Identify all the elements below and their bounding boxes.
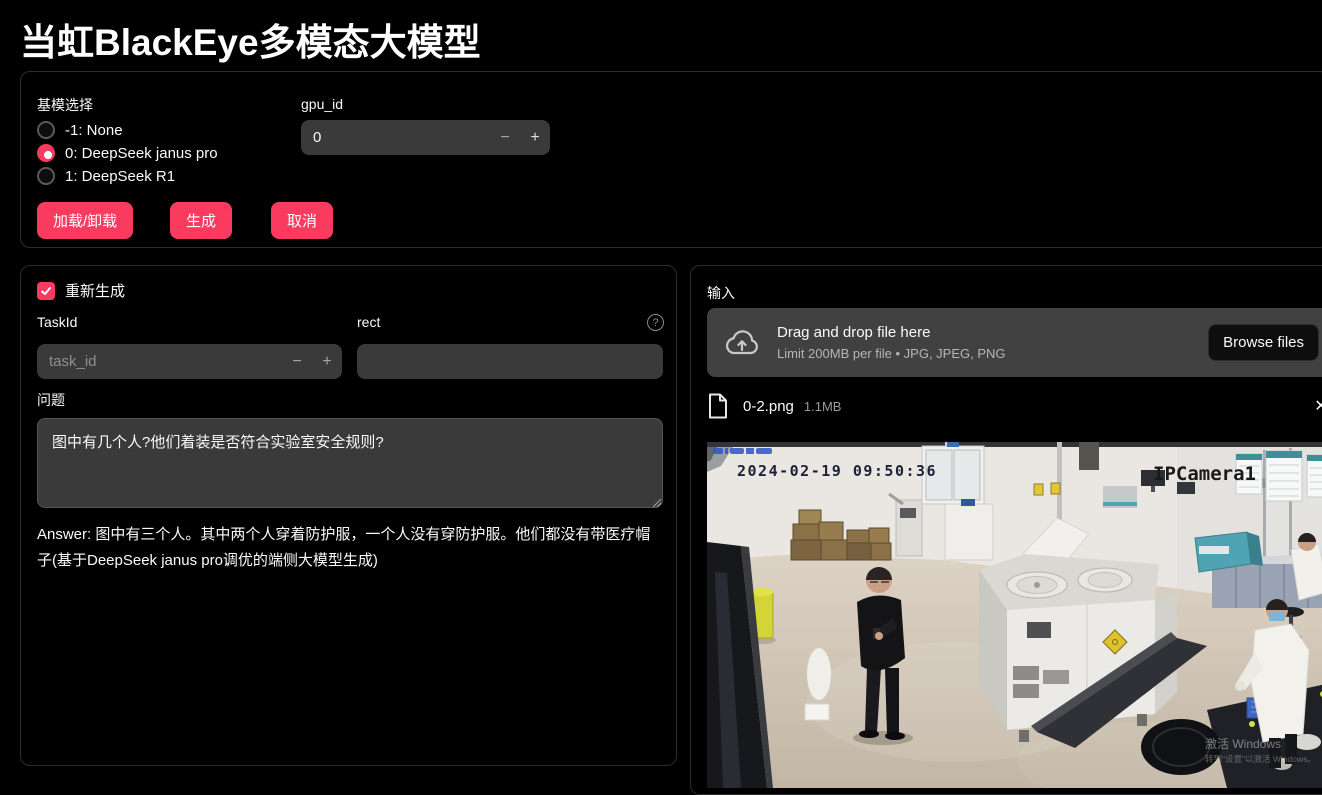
dropzone-limit-text: Limit 200MB per file • JPG, JPEG, PNG: [777, 346, 1006, 361]
radio-option-r1[interactable]: 1: DeepSeek R1: [37, 167, 175, 185]
checkbox-checked-icon[interactable]: [37, 282, 55, 300]
input-label: 输入: [707, 283, 735, 303]
task-panel: 重新生成 TaskId − + rect ? 问题 图中有几个人?他们着装是否符…: [20, 265, 677, 766]
file-name: 0-2.png: [743, 398, 794, 415]
warning-sign: [1034, 484, 1043, 495]
windows-watermark-line2: 转到"设置"以激活 Windows。: [1205, 754, 1316, 764]
generate-button[interactable]: 生成: [170, 202, 232, 239]
rect-input[interactable]: [357, 353, 663, 370]
cctv-camera-label: IPCamera1: [1153, 463, 1256, 485]
page-title: 当虹BlackEye多模态大模型: [20, 12, 481, 66]
taskid-decrement-button[interactable]: −: [282, 344, 312, 379]
cancel-button[interactable]: 取消: [271, 202, 333, 239]
file-document-icon: [707, 393, 729, 419]
radio-icon[interactable]: [37, 167, 55, 185]
doorway: [1079, 442, 1099, 470]
answer-text: Answer: 图中有三个人。其中两个人穿着防护服，一个人没有穿防护服。他们都没…: [37, 522, 665, 575]
camera-vendor-logo: [713, 448, 772, 454]
cctv-timestamp: 2024-02-19 09:50:36: [737, 462, 937, 480]
regenerate-label: 重新生成: [65, 280, 125, 301]
radio-checked-icon[interactable]: [37, 144, 55, 162]
gpu-id-input[interactable]: [301, 129, 490, 146]
cloud-upload-icon: [723, 328, 761, 358]
radio-option-janus-pro[interactable]: 0: DeepSeek janus pro: [37, 144, 218, 162]
taskid-input-group: − +: [37, 344, 342, 379]
radio-option-label: -1: None: [65, 122, 123, 139]
rect-input-group: [357, 344, 663, 379]
gpu-id-increment-button[interactable]: +: [520, 120, 550, 155]
white-tank: [945, 499, 993, 560]
model-config-panel: 基模选择 -1: None 0: DeepSeek janus pro 1: D…: [20, 71, 1322, 248]
radio-icon[interactable]: [37, 121, 55, 139]
load-unload-button[interactable]: 加载/卸载: [37, 202, 133, 239]
file-size: 1.1MB: [804, 399, 842, 414]
gpu-id-input-group: − +: [301, 120, 550, 155]
radio-option-label: 1: DeepSeek R1: [65, 168, 175, 185]
uploaded-file-row: 0-2.png 1.1MB ✕: [707, 390, 1322, 422]
small-box: [805, 704, 829, 720]
taskid-increment-button[interactable]: +: [312, 344, 342, 379]
input-panel: 输入 Drag and drop file here Limit 200MB p…: [690, 265, 1322, 795]
taskid-input[interactable]: [37, 353, 282, 370]
question-textarea[interactable]: 图中有几个人?他们着装是否符合实验室安全规则?: [37, 418, 663, 508]
radio-option-none[interactable]: -1: None: [37, 121, 123, 139]
face-mask: [1269, 612, 1285, 621]
rect-label: rect: [357, 314, 380, 330]
question-label: 问题: [37, 390, 65, 410]
warning-sign: [1051, 483, 1060, 494]
hanging-coat: [807, 648, 831, 700]
radio-option-label: 0: DeepSeek janus pro: [65, 145, 218, 162]
checkmark-icon: [40, 285, 52, 297]
remove-file-button[interactable]: ✕: [1307, 392, 1322, 420]
gpu-id-decrement-button[interactable]: −: [490, 120, 520, 155]
windows-watermark-line1: 激活 Windows: [1205, 737, 1281, 751]
dropzone-title: Drag and drop file here: [777, 324, 1006, 341]
uploaded-image-preview[interactable]: 2024-02-19 09:50:36 IPCamera1 激活 Windows…: [707, 442, 1322, 788]
radio-group-label: 基模选择: [37, 95, 93, 115]
gpu-id-label: gpu_id: [301, 96, 343, 112]
help-icon[interactable]: ?: [647, 314, 664, 331]
lab-photo: 2024-02-19 09:50:36 IPCamera1 激活 Windows…: [707, 442, 1322, 788]
ceiling-strip: [707, 442, 1322, 447]
file-uploader-dropzone[interactable]: Drag and drop file here Limit 200MB per …: [707, 308, 1322, 377]
taskid-label: TaskId: [37, 314, 77, 330]
browse-files-button[interactable]: Browse files: [1208, 324, 1319, 361]
regenerate-checkbox-row[interactable]: 重新生成: [37, 280, 125, 301]
